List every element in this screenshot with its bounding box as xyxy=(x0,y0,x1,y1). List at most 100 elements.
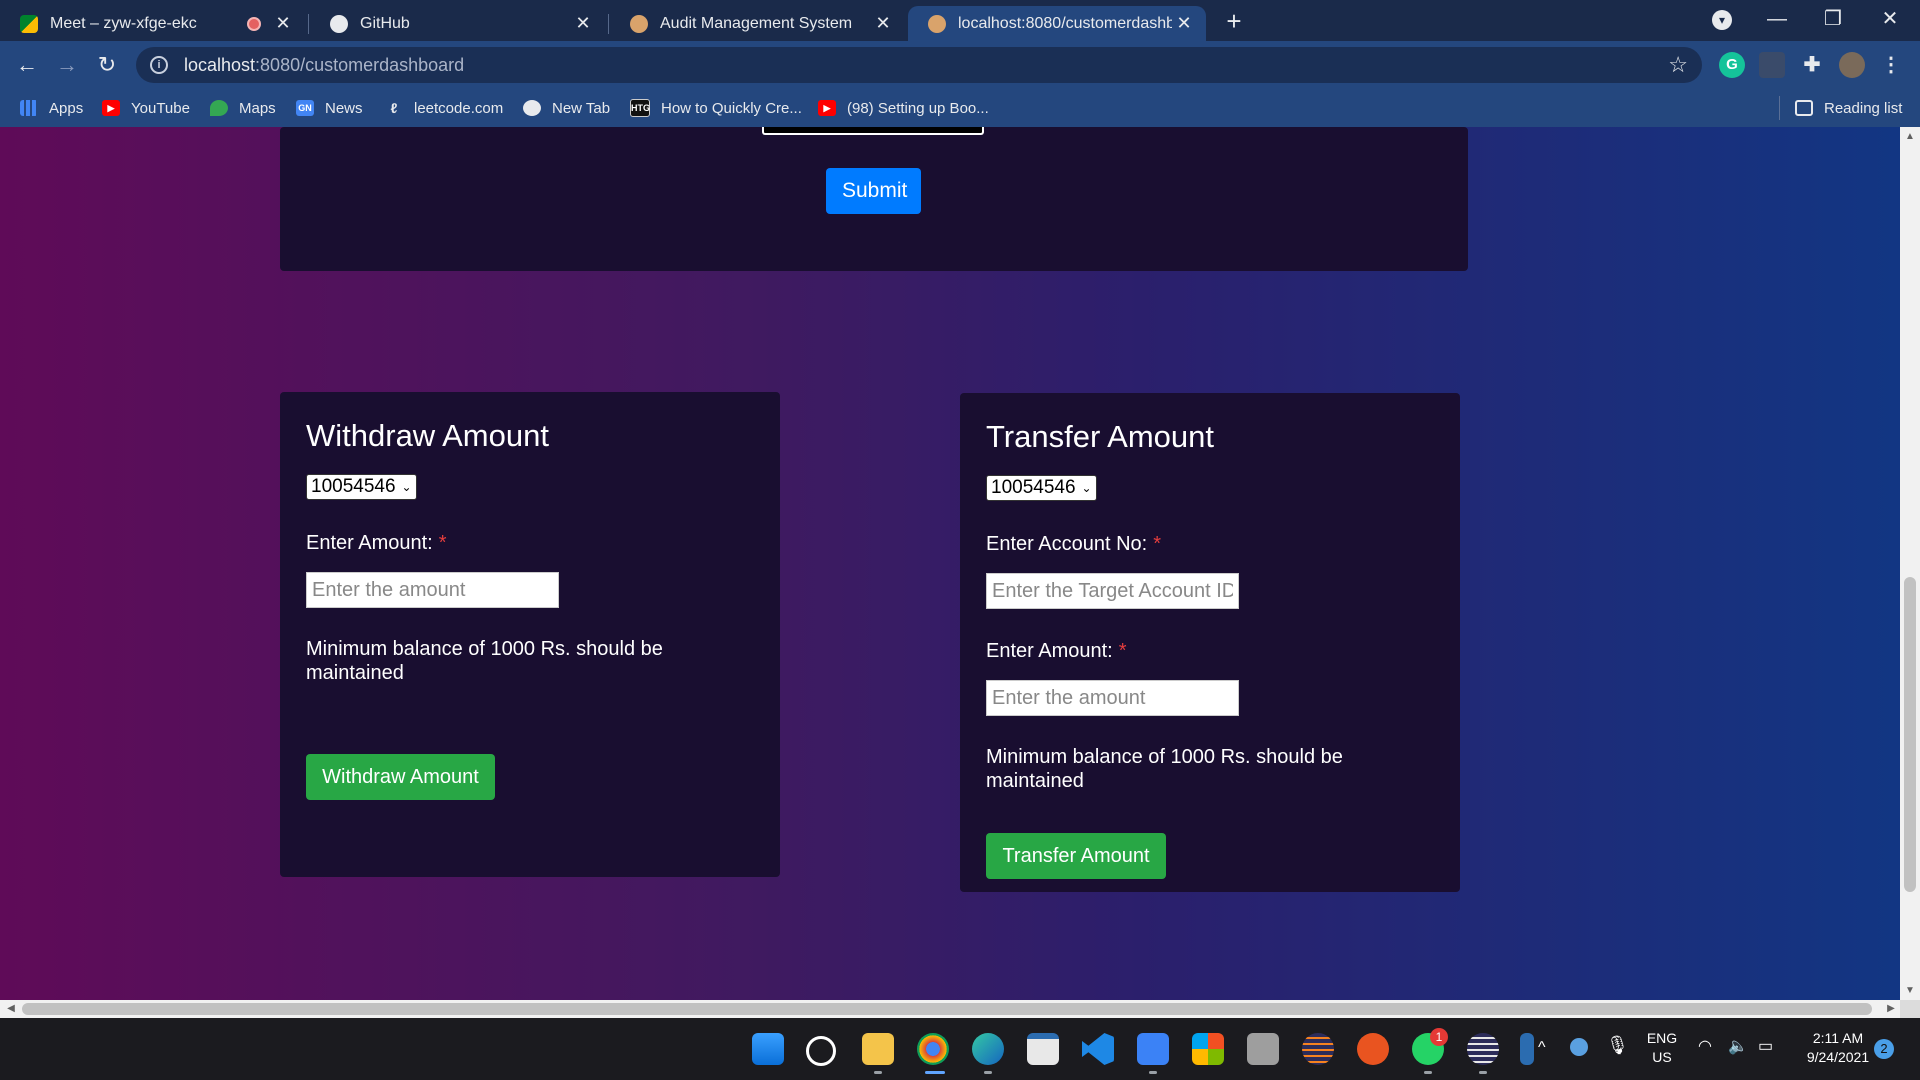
wifi-icon[interactable]: ◠ xyxy=(1698,1037,1712,1056)
bookmark-maps[interactable]: Maps xyxy=(210,89,276,127)
tab-close-icon[interactable]: ✕ xyxy=(1172,13,1196,34)
tab-customer-dashboard[interactable]: localhost:8080/customerdashboard ✕ xyxy=(908,6,1206,41)
tab-title: Audit Management System xyxy=(660,14,853,32)
transfer-card: Transfer Amount 10054546 ⌄ Enter Account… xyxy=(960,393,1460,892)
scroll-right-icon[interactable]: ▶ xyxy=(1882,1000,1900,1018)
show-hidden-icons-icon[interactable]: ^ xyxy=(1538,1038,1546,1057)
profile-avatar[interactable] xyxy=(1839,52,1865,78)
transfer-amount-button[interactable]: Transfer Amount xyxy=(986,833,1166,879)
label-text: Enter Amount: xyxy=(306,532,433,554)
withdraw-amount-label: Enter Amount: * xyxy=(306,532,447,555)
notification-count-badge[interactable]: 2 xyxy=(1874,1039,1894,1059)
bookmark-label: News xyxy=(325,99,363,117)
tab-close-icon[interactable]: ✕ xyxy=(571,13,595,34)
bookmark-star-icon[interactable]: ☆ xyxy=(1668,52,1688,78)
tab-separator xyxy=(308,14,309,34)
bookmark-new-tab[interactable]: New Tab xyxy=(523,89,610,127)
battery-icon[interactable]: ▭ xyxy=(1758,1037,1773,1056)
running-indicator xyxy=(1424,1071,1432,1074)
vertical-scrollbar[interactable]: ▲ ▼ xyxy=(1900,127,1920,1000)
restore-icon[interactable]: ❐ xyxy=(1813,4,1853,34)
pinned-app-icon[interactable] xyxy=(1520,1033,1534,1065)
edge-icon[interactable] xyxy=(972,1033,1004,1065)
scroll-left-icon[interactable]: ◀ xyxy=(2,1000,20,1018)
ubuntu-icon[interactable] xyxy=(1357,1033,1389,1065)
back-icon[interactable]: ← xyxy=(11,49,43,81)
withdraw-title: Withdraw Amount xyxy=(306,418,549,453)
withdraw-card: Withdraw Amount 10054546 ⌄ Enter Amount:… xyxy=(280,392,780,877)
eclipse-icon[interactable] xyxy=(1302,1033,1334,1065)
grammarly-icon[interactable]: G xyxy=(1719,52,1745,78)
withdraw-account-select[interactable]: 10054546 ⌄ xyxy=(306,474,417,500)
youtube-icon: ▶ xyxy=(818,100,836,116)
selected-account: 10054546 xyxy=(311,476,396,497)
reading-list-button[interactable]: Reading list xyxy=(1795,89,1902,127)
chrome-icon[interactable] xyxy=(917,1033,949,1065)
forward-icon[interactable]: → xyxy=(51,49,83,81)
clock-time: 2:11 AM xyxy=(1812,1030,1864,1046)
extension-icon[interactable] xyxy=(1759,52,1785,78)
running-indicator xyxy=(874,1071,882,1074)
notepad-icon[interactable] xyxy=(1137,1033,1169,1065)
vscode-icon[interactable] xyxy=(1082,1033,1114,1065)
scroll-up-icon[interactable]: ▲ xyxy=(1900,131,1920,142)
reload-icon[interactable]: ↻ xyxy=(91,49,123,81)
url-host: localhost xyxy=(184,54,256,75)
partially-visible-input[interactable] xyxy=(762,127,984,135)
menu-kebab-icon[interactable]: ⋮ xyxy=(1878,52,1904,78)
tray-app-icon[interactable] xyxy=(1570,1038,1588,1056)
eclipse-icon[interactable] xyxy=(1467,1033,1499,1065)
withdraw-amount-button[interactable]: Withdraw Amount xyxy=(306,754,495,800)
label-text: Enter Amount: xyxy=(986,640,1113,662)
required-mark: * xyxy=(1118,640,1127,662)
target-account-input[interactable] xyxy=(986,573,1239,609)
bookmark-apps[interactable]: Apps xyxy=(20,89,83,127)
language-indicator[interactable]: ENG US xyxy=(1640,1029,1684,1067)
horizontal-scroll-thumb[interactable] xyxy=(22,1003,1872,1015)
htg-icon: HTG xyxy=(630,99,650,117)
tab-close-icon[interactable]: ✕ xyxy=(271,13,295,34)
extensions-puzzle-icon[interactable]: ✚ xyxy=(1799,52,1825,78)
url-path: :8080/customerdashboard xyxy=(255,54,465,75)
bookmark-label: YouTube xyxy=(131,99,190,117)
bookmark-label: Maps xyxy=(239,99,276,117)
tab-search-icon[interactable]: ▾ xyxy=(1712,10,1732,30)
running-indicator xyxy=(1479,1071,1487,1074)
tab-audit-management[interactable]: Audit Management System ✕ xyxy=(610,6,905,41)
microphone-icon[interactable]: 🎙 xyxy=(1606,1036,1629,1055)
bookmark-how-to-quickly[interactable]: HTG How to Quickly Cre... xyxy=(630,89,802,127)
bookmark-label: (98) Setting up Boo... xyxy=(847,99,989,117)
language-line1: ENG xyxy=(1646,1030,1678,1046)
bookmark-youtube[interactable]: ▶ YouTube xyxy=(102,89,190,127)
tab-meet[interactable]: Meet – zyw-xfge-ekc ✕ xyxy=(0,6,305,41)
submit-button[interactable]: Submit xyxy=(826,168,921,214)
store-icon[interactable] xyxy=(1027,1033,1059,1065)
bookmark-setting-up[interactable]: ▶ (98) Setting up Boo... xyxy=(818,89,989,127)
new-tab-button[interactable]: + xyxy=(1222,6,1246,36)
tab-github[interactable]: GitHub ✕ xyxy=(310,6,605,41)
search-icon[interactable] xyxy=(806,1036,836,1066)
apps-grid-icon xyxy=(20,100,38,116)
clock-date: 9/24/2021 xyxy=(1806,1049,1870,1065)
windows-start-icon[interactable] xyxy=(752,1033,784,1065)
url-text: localhost:8080/customerdashboard xyxy=(184,55,464,76)
address-bar[interactable]: i localhost:8080/customerdashboard ☆ xyxy=(136,47,1702,83)
transfer-account-select[interactable]: 10054546 ⌄ xyxy=(986,475,1097,501)
site-info-icon[interactable]: i xyxy=(150,56,168,74)
transfer-amount-input[interactable] xyxy=(986,680,1239,716)
tab-close-icon[interactable]: ✕ xyxy=(871,13,895,34)
horizontal-scrollbar[interactable]: ◀ ▶ xyxy=(0,1000,1900,1018)
minimize-icon[interactable]: — xyxy=(1757,4,1797,34)
bookmark-news[interactable]: GN News xyxy=(296,89,363,127)
close-window-icon[interactable]: ✕ xyxy=(1870,4,1910,34)
app-tiles-icon[interactable] xyxy=(1192,1033,1224,1065)
withdraw-amount-input[interactable] xyxy=(306,572,559,608)
vertical-scroll-thumb[interactable] xyxy=(1904,577,1916,892)
database-icon[interactable] xyxy=(1247,1033,1279,1065)
scroll-down-icon[interactable]: ▼ xyxy=(1900,985,1920,996)
bookmark-leetcode[interactable]: ℓ leetcode.com xyxy=(385,89,504,127)
clock[interactable]: 2:11 AM 9/24/2021 xyxy=(1790,1029,1886,1067)
volume-icon[interactable]: 🔈 xyxy=(1728,1037,1748,1056)
label-text: Enter Account No: xyxy=(986,533,1148,555)
file-explorer-icon[interactable] xyxy=(862,1033,894,1065)
